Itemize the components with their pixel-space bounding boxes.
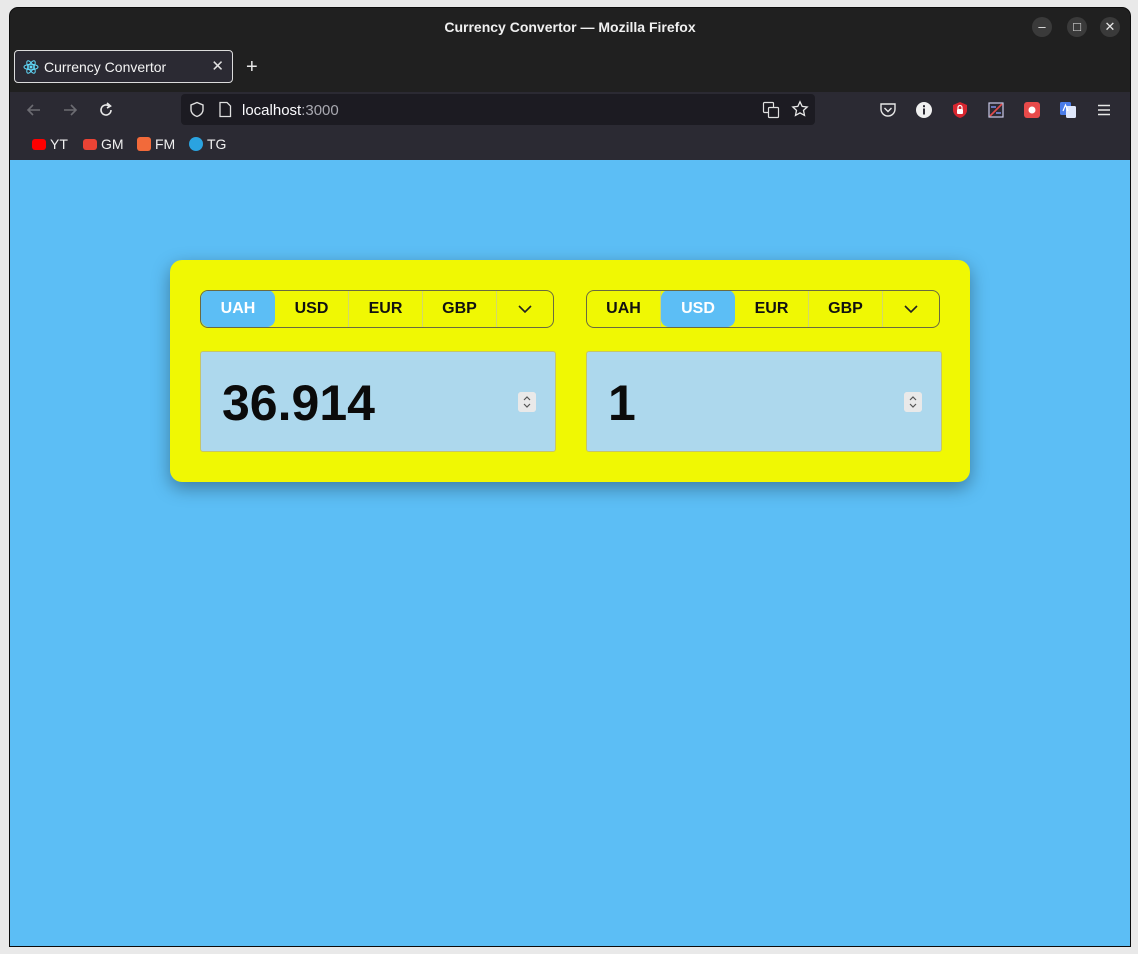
bookmark-yt[interactable]: YT — [32, 136, 68, 152]
window-title: Currency Convertor — Mozilla Firefox — [444, 19, 696, 35]
telegram-icon — [189, 137, 203, 151]
to-currency-gbp[interactable]: GBP — [809, 291, 883, 327]
youtube-icon — [32, 138, 46, 150]
chevron-down-icon — [904, 305, 918, 314]
tab-bar: Currency Convertor ✕ + — [10, 46, 1130, 92]
url-bar[interactable]: localhost:3000 — [181, 94, 815, 125]
to-currency-selector: UAH USD EUR GBP — [586, 290, 940, 328]
number-spinner-icon[interactable] — [518, 392, 536, 412]
title-bar: Currency Convertor — Mozilla Firefox – □… — [10, 8, 1130, 46]
bookmark-tg[interactable]: TG — [189, 136, 226, 152]
to-currency-uah[interactable]: UAH — [587, 291, 661, 327]
to-currency-dropdown[interactable] — [883, 291, 939, 327]
from-amount-value[interactable]: 36.914 — [222, 374, 375, 432]
bookmark-label: GM — [101, 136, 124, 152]
google-translate-icon[interactable] — [1059, 101, 1077, 119]
shield-icon[interactable] — [189, 101, 205, 118]
to-currency-eur[interactable]: EUR — [735, 291, 809, 327]
bookmark-star-icon[interactable] — [791, 100, 809, 118]
bookmark-label: TG — [207, 136, 227, 152]
react-icon — [23, 60, 39, 74]
bookmark-fm[interactable]: FM — [137, 136, 175, 152]
menu-icon[interactable] — [1095, 101, 1113, 119]
info-extension-icon[interactable] — [915, 101, 933, 119]
to-amount-value[interactable]: 1 — [608, 374, 636, 432]
browser-window: Currency Convertor — Mozilla Firefox – □… — [9, 7, 1131, 947]
from-currency-eur[interactable]: EUR — [349, 291, 423, 327]
translate-icon[interactable] — [762, 101, 780, 119]
bookmark-gm[interactable]: GM — [83, 136, 124, 152]
page-content: UAH USD EUR GBP 36.914 UAH USD EUR GBP 1 — [10, 160, 1130, 946]
gmail-icon — [83, 138, 97, 150]
from-currency-selector: UAH USD EUR GBP — [200, 290, 554, 328]
tab-currency-convertor[interactable]: Currency Convertor ✕ — [14, 50, 233, 83]
lock-extension-icon[interactable] — [951, 101, 969, 119]
tab-title: Currency Convertor — [44, 59, 167, 75]
forward-arrow-icon[interactable] — [60, 100, 80, 120]
back-arrow-icon[interactable] — [24, 100, 44, 120]
minimize-button[interactable]: – — [1032, 17, 1052, 37]
from-amount-input[interactable]: 36.914 — [200, 351, 556, 452]
from-currency-usd[interactable]: USD — [275, 291, 349, 327]
bookmarks-toolbar: YT GM FM TG — [10, 128, 1130, 160]
from-currency-uah[interactable]: UAH — [201, 291, 275, 327]
close-tab-icon[interactable]: ✕ — [211, 57, 224, 75]
reload-icon[interactable] — [96, 100, 116, 120]
page-icon[interactable] — [218, 101, 232, 118]
extension-red-icon[interactable] — [1023, 101, 1041, 119]
to-currency-usd[interactable]: USD — [661, 291, 735, 327]
fm-icon — [137, 137, 151, 151]
new-tab-button[interactable]: + — [246, 56, 258, 79]
chevron-down-icon — [518, 305, 532, 314]
converter-card: UAH USD EUR GBP 36.914 UAH USD EUR GBP 1 — [170, 260, 970, 482]
to-amount-input[interactable]: 1 — [586, 351, 942, 452]
bookmark-label: FM — [155, 136, 176, 152]
maximize-button[interactable]: □ — [1067, 17, 1087, 37]
from-currency-gbp[interactable]: GBP — [423, 291, 497, 327]
from-currency-dropdown[interactable] — [497, 291, 553, 327]
pocket-icon[interactable] — [879, 101, 897, 119]
close-window-button[interactable]: ✕ — [1100, 17, 1120, 37]
url-text[interactable]: localhost:3000 — [242, 102, 339, 119]
navigation-toolbar: localhost:3000 — [10, 92, 1130, 128]
number-spinner-icon[interactable] — [904, 392, 922, 412]
colorzilla-icon[interactable] — [987, 101, 1005, 119]
bookmark-label: YT — [50, 136, 68, 152]
